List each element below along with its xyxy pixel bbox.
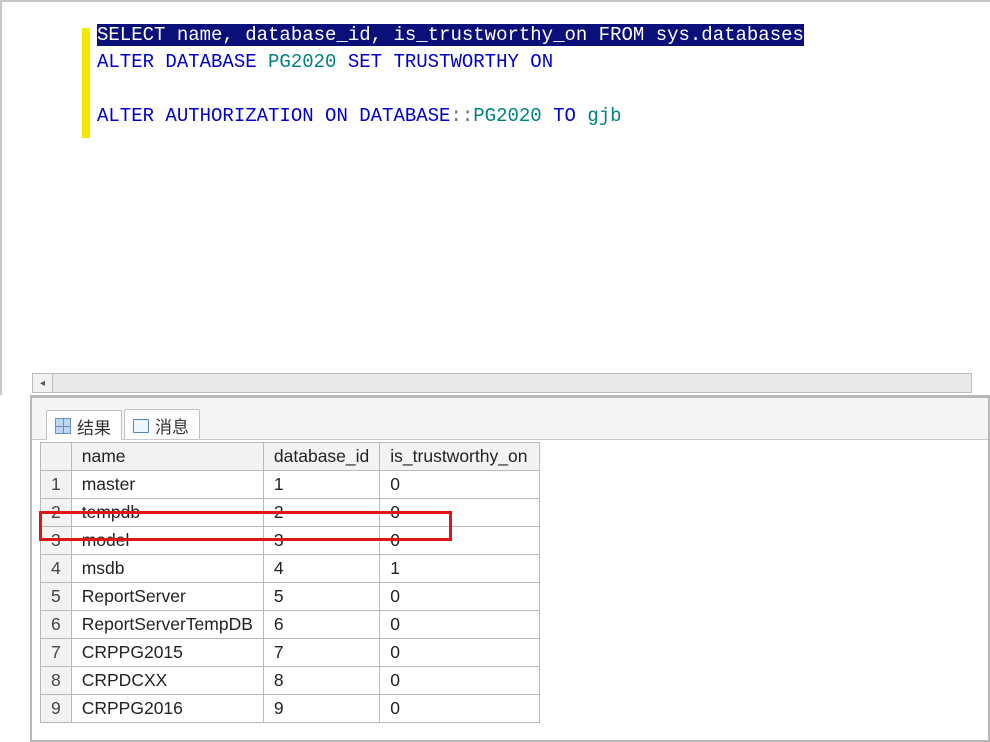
sql-line-4[interactable]: ALTER AUTHORIZATION ON DATABASE::PG2020 … [47,103,990,130]
table-row[interactable]: 7CRPPG201570 [41,639,540,667]
cell-name[interactable]: tempdb [71,499,263,527]
table-row[interactable]: 9CRPPG201690 [41,695,540,723]
table-row[interactable]: 5ReportServer50 [41,583,540,611]
table-row[interactable]: 4msdb41 [41,555,540,583]
selection-highlight[interactable]: SELECT name, database_id, is_trustworthy… [97,24,804,46]
cell-name[interactable]: msdb [71,555,263,583]
cell-dbid[interactable]: 6 [263,611,379,639]
cell-trust[interactable]: 0 [380,499,540,527]
sql-line-1[interactable]: SELECT name, database_id, is_trustworthy… [47,22,990,49]
cell-name[interactable]: CRPPG2015 [71,639,263,667]
rownum-cell[interactable]: 7 [41,639,72,667]
tab-messages[interactable]: 消息 [124,409,200,439]
cell-trust[interactable]: 0 [380,639,540,667]
rownum-cell[interactable]: 2 [41,499,72,527]
cell-dbid[interactable]: 9 [263,695,379,723]
tab-results-label: 结果 [77,414,111,439]
rownum-cell[interactable]: 4 [41,555,72,583]
cell-dbid[interactable]: 2 [263,499,379,527]
cell-dbid[interactable]: 1 [263,471,379,499]
cell-dbid[interactable]: 4 [263,555,379,583]
cell-dbid[interactable]: 5 [263,583,379,611]
table-row[interactable]: 3model30 [41,527,540,555]
rownum-cell[interactable]: 8 [41,667,72,695]
cell-name[interactable]: ReportServer [71,583,263,611]
sql-line-3[interactable] [47,76,990,103]
results-grid[interactable]: name database_id is_trustworthy_on 1mast… [40,442,540,723]
grid-icon [55,418,71,434]
rownum-cell[interactable]: 3 [41,527,72,555]
change-marker [82,28,94,138]
cell-trust[interactable]: 0 [380,527,540,555]
cell-trust[interactable]: 0 [380,583,540,611]
message-icon [133,417,149,433]
cell-trust[interactable]: 0 [380,695,540,723]
cell-name[interactable]: CRPDCXX [71,667,263,695]
results-tab-bar: 结果 消息 [32,398,988,440]
cell-name[interactable]: CRPPG2016 [71,695,263,723]
scroll-left-button[interactable]: ◂ [33,374,53,392]
horizontal-scrollbar[interactable]: ◂ [32,373,972,393]
cell-trust[interactable]: 0 [380,667,540,695]
col-header-trust[interactable]: is_trustworthy_on [380,443,540,471]
cell-trust[interactable]: 1 [380,555,540,583]
sql-editor-pane[interactable]: SELECT name, database_id, is_trustworthy… [0,0,990,395]
results-grid-container: name database_id is_trustworthy_on 1mast… [32,440,988,723]
tab-results[interactable]: 结果 [46,410,122,440]
cell-name[interactable]: ReportServerTempDB [71,611,263,639]
results-panel: 结果 消息 name database_id is_trustworthy_on… [30,395,990,742]
table-row[interactable]: 8CRPDCXX80 [41,667,540,695]
cell-name[interactable]: master [71,471,263,499]
rownum-cell[interactable]: 9 [41,695,72,723]
ssms-window: SELECT name, database_id, is_trustworthy… [0,0,990,742]
tab-messages-label: 消息 [155,413,189,438]
sql-line-2[interactable]: ALTER DATABASE PG2020 SET TRUSTWORTHY ON [47,49,990,76]
cell-dbid[interactable]: 3 [263,527,379,555]
rownum-header[interactable] [41,443,72,471]
cell-trust[interactable]: 0 [380,611,540,639]
table-row[interactable]: 2tempdb20 [41,499,540,527]
cell-dbid[interactable]: 7 [263,639,379,667]
cell-name[interactable]: model [71,527,263,555]
col-header-dbid[interactable]: database_id [263,443,379,471]
rownum-cell[interactable]: 1 [41,471,72,499]
table-row[interactable]: 6ReportServerTempDB60 [41,611,540,639]
cell-dbid[interactable]: 8 [263,667,379,695]
col-header-name[interactable]: name [71,443,263,471]
table-row[interactable]: 1master10 [41,471,540,499]
header-row: name database_id is_trustworthy_on [41,443,540,471]
rownum-cell[interactable]: 6 [41,611,72,639]
cell-trust[interactable]: 0 [380,471,540,499]
rownum-cell[interactable]: 5 [41,583,72,611]
